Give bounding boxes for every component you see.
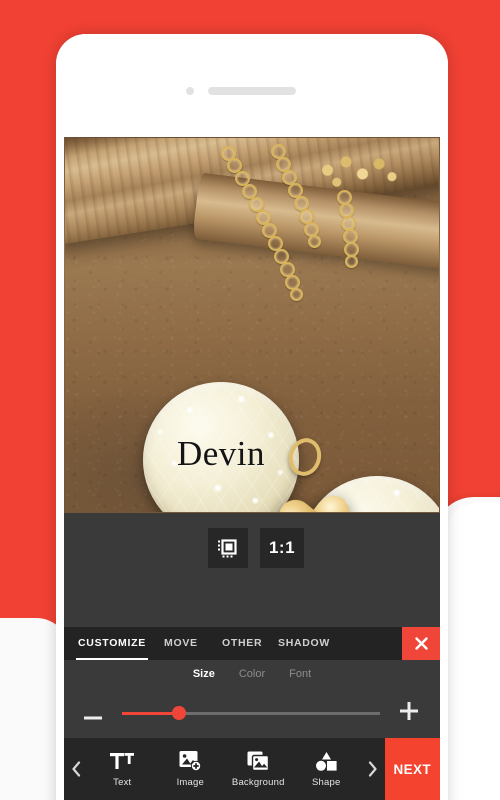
next-button-label: NEXT [393,761,432,777]
subtab-color[interactable]: Color [239,668,265,680]
camera-dot-icon [186,87,194,95]
crop-frame-button[interactable] [208,528,248,568]
size-slider-row [64,688,440,738]
chain-cluster [311,150,403,196]
tab-shadow[interactable]: SHADOW [276,627,332,660]
text-icon [110,750,135,772]
scroll-next-button[interactable] [360,738,384,800]
chain-link [308,235,321,248]
editor-tabbar: CUSTOMIZE MOVE OTHER SHADOW [64,627,440,660]
subtab-font[interactable]: Font [289,668,311,680]
tab-move[interactable]: MOVE [162,627,200,660]
speaker-grille-icon [208,87,296,95]
decrease-size-button[interactable] [70,702,116,724]
app-screenshot: Devin Shira 1:1 C [0,0,500,800]
photo-canvas[interactable]: Devin Shira [64,137,440,513]
crop-toolbar: 1:1 [64,513,440,627]
next-button[interactable]: NEXT [384,738,440,800]
slider-thumb[interactable] [171,706,186,720]
customize-panel: Size Color Font [64,660,440,738]
tool-shape-label: Shape [312,777,341,788]
slider-fill [122,711,179,715]
chevron-left-icon [72,761,80,777]
chain-link [345,255,358,268]
tool-text-label: Text [113,777,132,788]
bottom-toolbar: Text Image Background Shape NEXT [64,738,440,800]
tool-background-label: Background [231,777,285,788]
aspect-ratio-button[interactable]: 1:1 [260,528,304,568]
tab-customize[interactable]: CUSTOMIZE [76,627,148,660]
minus-icon [84,716,102,720]
background-icon [247,750,270,772]
shapes-icon [315,750,338,772]
aspect-ratio-label: 1:1 [268,538,296,557]
tool-image-label: Image [176,777,204,788]
tool-image[interactable]: Image [156,750,224,788]
scroll-prev-button[interactable] [64,738,88,800]
close-editor-button[interactable] [402,627,440,660]
crop-frame-icon [218,539,237,558]
tool-background[interactable]: Background [224,750,292,788]
subtab-size[interactable]: Size [193,668,215,680]
chain-link [290,288,303,301]
increase-size-button[interactable] [386,701,432,726]
add-image-icon [179,750,202,772]
pendant-name-devin: Devin [176,434,266,473]
decorative-panel-right-inner [444,503,500,800]
size-slider[interactable] [122,706,380,720]
tool-text[interactable]: Text [88,750,156,788]
customize-subtabs: Size Color Font [64,660,440,688]
tool-list: Text Image Background Shape [88,738,360,800]
tab-other[interactable]: OTHER [220,627,264,660]
close-icon [414,637,428,650]
chevron-right-icon [368,761,377,777]
plus-icon [400,701,418,720]
tool-shape[interactable]: Shape [292,750,360,788]
heart-charm [264,475,332,512]
